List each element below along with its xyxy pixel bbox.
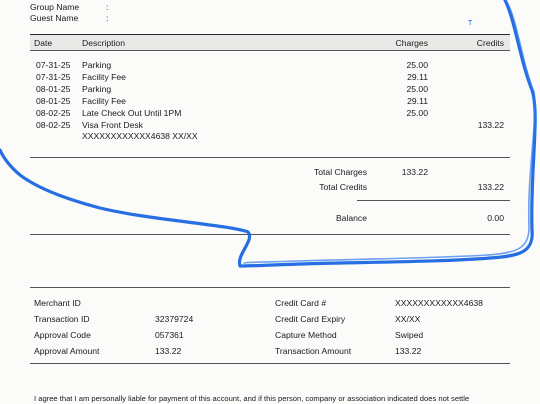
pen-scribble-annotation	[0, 0, 537, 268]
folio-document: Group Name : Guest Name : T Date Descrip…	[0, 0, 540, 404]
